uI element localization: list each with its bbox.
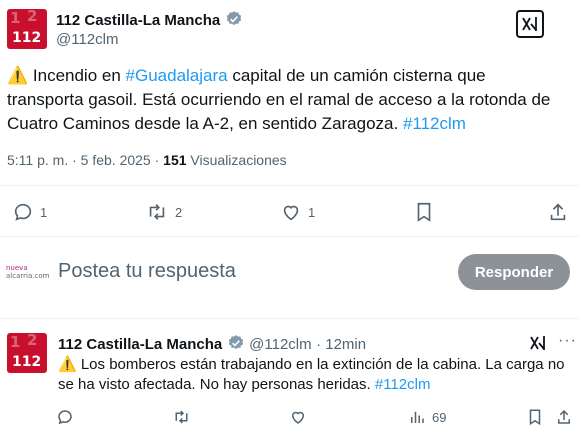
reply-time[interactable]: · 12min bbox=[316, 336, 366, 353]
reply-icon bbox=[12, 201, 34, 223]
divider bbox=[0, 236, 579, 237]
tweet-text: ⚠️ Incendio en #Guadalajara capital de u… bbox=[7, 64, 573, 136]
retweet-icon bbox=[145, 201, 169, 223]
tweet-line-1: ⚠️ Incendio en #Guadalajara capital de u… bbox=[7, 64, 573, 88]
share-icon bbox=[548, 201, 568, 223]
tweet-text-part: ⚠️ Incendio en bbox=[7, 66, 126, 85]
hashtag-link[interactable]: #112clm bbox=[375, 376, 431, 393]
views-icon bbox=[408, 408, 426, 426]
retweet-icon bbox=[172, 408, 191, 426]
reply-button[interactable]: 1 bbox=[12, 201, 47, 223]
author-block: 112 Castilla-La Mancha bbox=[56, 10, 243, 33]
reply-header: 112 Castilla-La Mancha @112clm · 12min bbox=[58, 334, 366, 357]
like-button[interactable] bbox=[289, 408, 307, 426]
views-button[interactable]: 69 bbox=[408, 408, 446, 426]
reply-author-handle[interactable]: @112clm bbox=[249, 336, 311, 353]
nueva-alcarria-logo: nueva alcarria.com bbox=[6, 264, 50, 280]
hashtag-link[interactable]: #Guadalajara bbox=[126, 66, 228, 85]
bookmark-button[interactable] bbox=[527, 408, 543, 426]
reply-icon bbox=[56, 408, 74, 426]
tweet-meta: 5:11 p. m. · 5 feb. 2025 · 151 Visualiza… bbox=[7, 152, 287, 168]
reply-line-1: ⚠️ Los bomberos están trabajando en la e… bbox=[58, 356, 565, 373]
responder-button[interactable]: Responder bbox=[458, 254, 570, 290]
reply-button[interactable] bbox=[56, 408, 74, 426]
grok-icon[interactable] bbox=[516, 10, 544, 38]
hashtag-link[interactable]: #112clm bbox=[403, 114, 466, 133]
tweet-text-part: capital de un camión cisterna que bbox=[227, 66, 486, 85]
logo-line-1: nueva bbox=[6, 264, 28, 272]
like-button[interactable]: 1 bbox=[280, 201, 315, 223]
reply-input[interactable]: Postea tu respuesta bbox=[58, 260, 236, 283]
views-label[interactable]: Visualizaciones bbox=[187, 152, 286, 168]
views-count: 69 bbox=[432, 409, 447, 425]
tweet-line-2: transporta gasoil. Está ocurriendo en el… bbox=[7, 90, 551, 109]
like-icon bbox=[289, 408, 307, 426]
avatar-label: 112 bbox=[12, 354, 42, 370]
tweet-text-part: Cuatro Caminos desde la A-2, en sentido … bbox=[7, 114, 403, 133]
author-name[interactable]: 112 Castilla-La Mancha bbox=[56, 12, 220, 29]
reply-text-part: se ha visto afectada. No hay personas he… bbox=[58, 376, 375, 393]
avatar[interactable]: 1 2 112 bbox=[7, 9, 47, 49]
retweet-count: 2 bbox=[175, 204, 183, 220]
more-icon[interactable]: ··· bbox=[558, 332, 577, 350]
reply-line-2: se ha visto afectada. No hay personas he… bbox=[58, 375, 574, 395]
tweet-line-3: Cuatro Caminos desde la A-2, en sentido … bbox=[7, 112, 573, 136]
reply-author-name[interactable]: 112 Castilla-La Mancha bbox=[58, 336, 222, 353]
retweet-button[interactable] bbox=[172, 408, 191, 426]
bookmark-icon bbox=[414, 201, 434, 223]
share-button[interactable] bbox=[548, 201, 568, 223]
share-button[interactable] bbox=[556, 408, 572, 426]
like-count: 1 bbox=[308, 204, 316, 220]
verified-badge-icon bbox=[225, 10, 243, 33]
like-icon bbox=[280, 201, 302, 223]
bookmark-icon bbox=[527, 408, 543, 426]
retweet-button[interactable]: 2 bbox=[145, 201, 182, 223]
bookmark-button[interactable] bbox=[414, 201, 434, 223]
reply-avatar[interactable]: 1 2 112 bbox=[7, 333, 47, 373]
avatar-label: 112 bbox=[12, 30, 42, 46]
timestamp[interactable]: 5:11 p. m. · 5 feb. 2025 · bbox=[7, 152, 163, 168]
reply-count: 1 bbox=[40, 204, 48, 220]
divider bbox=[0, 185, 579, 186]
author-handle[interactable]: @112clm bbox=[56, 31, 118, 48]
divider bbox=[0, 318, 579, 319]
grok-icon[interactable] bbox=[529, 334, 547, 357]
views-count: 151 bbox=[163, 152, 187, 168]
verified-badge-icon bbox=[227, 334, 245, 357]
reply-text: ⚠️ Los bomberos están trabajando en la e… bbox=[58, 355, 574, 395]
share-icon bbox=[556, 408, 572, 426]
logo-line-2: alcarria.com bbox=[6, 272, 50, 280]
